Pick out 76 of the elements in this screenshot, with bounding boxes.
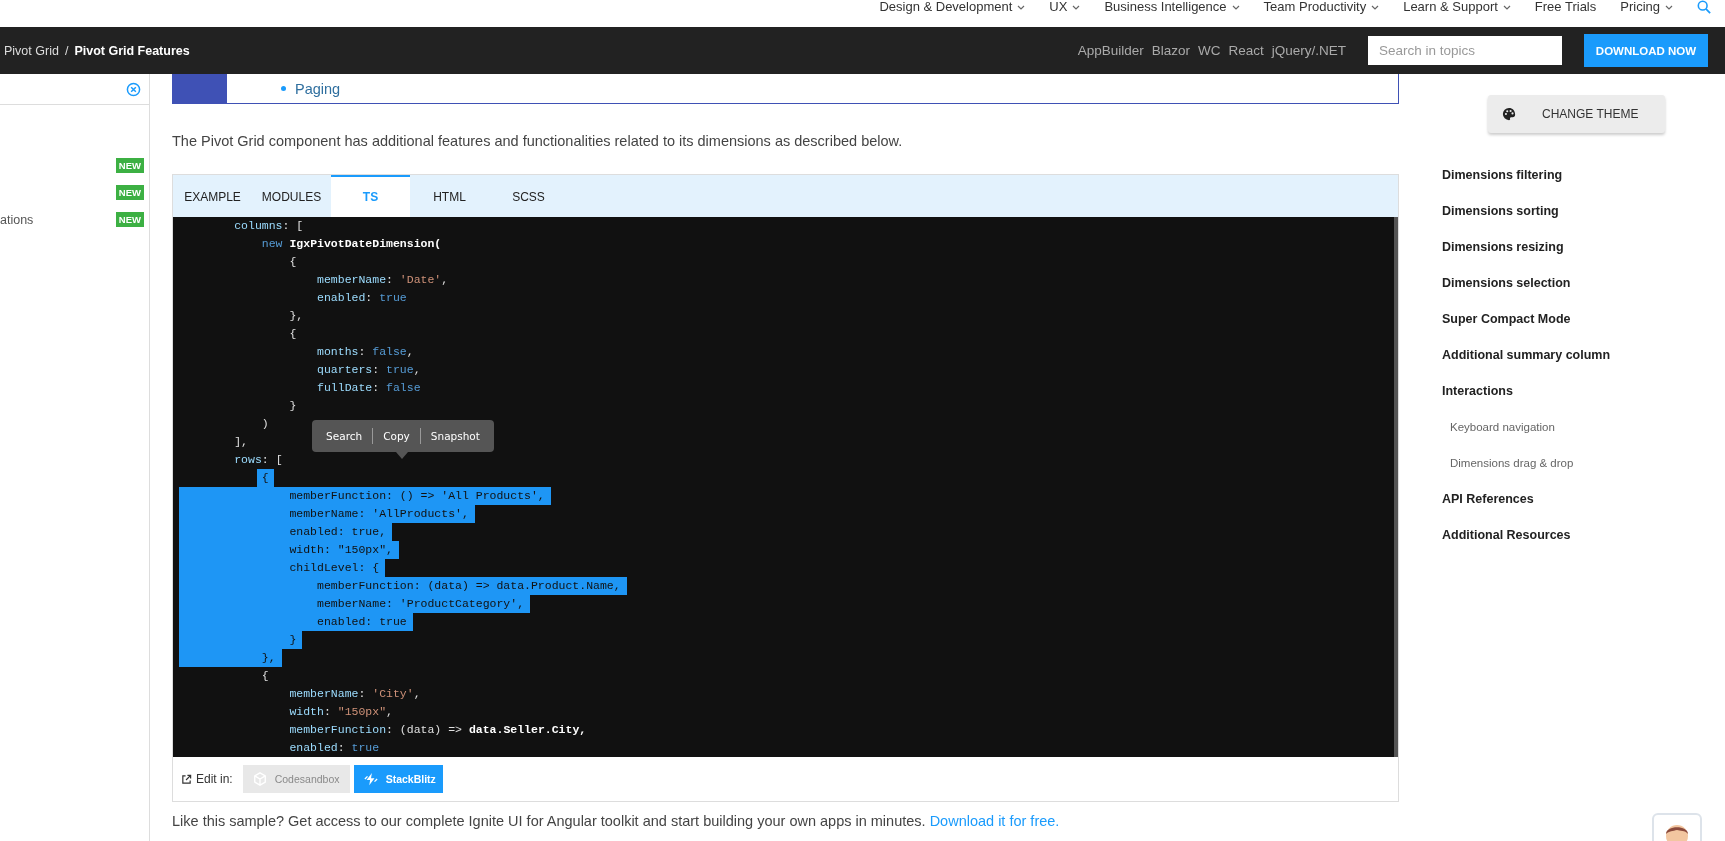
code-line: new IgxPivotDateDimension( (260, 236, 442, 252)
code-tab[interactable]: SCSS (489, 175, 568, 217)
code-line: } (288, 398, 297, 414)
chevron-down-icon (1665, 4, 1673, 10)
code-tab[interactable]: EXAMPLE (173, 175, 252, 217)
toc-link[interactable]: Additional Resources (1442, 517, 1725, 553)
code-line: { (260, 668, 269, 684)
nav-link[interactable]: Learn & Support (1403, 0, 1511, 14)
toc-link[interactable]: Super Compact Mode (1442, 301, 1725, 337)
new-badge: NEW (115, 212, 144, 227)
platform-link[interactable]: AppBuilder (1077, 43, 1144, 58)
toc-link[interactable]: Interactions (1442, 373, 1725, 409)
code-line: memberName: 'City', (288, 686, 421, 702)
nav-link[interactable]: Design & Development (879, 0, 1026, 14)
chat-avatar[interactable] (1652, 813, 1702, 841)
breadcrumb-link[interactable]: Pivot Grid Features (74, 43, 190, 58)
code-line: ], (233, 434, 248, 450)
edit-label: Edit in: (196, 772, 233, 786)
toc-link[interactable]: Keyboard navigation (1442, 409, 1725, 445)
list-item: Paging (295, 80, 341, 97)
external-link-icon (181, 773, 192, 785)
breadcrumb-link[interactable]: Pivot Grid (4, 43, 59, 58)
bullet-icon (281, 86, 286, 91)
code-line: quarters: true, (316, 362, 421, 378)
platform-link[interactable]: jQuery/.NET (1271, 43, 1346, 58)
sidebar-link[interactable]: ations (0, 212, 34, 227)
chevron-down-icon (1231, 4, 1240, 10)
cta-paragraph: Like this sample? Get access to our complete Ignite UI for Angular toolkit and start building your own apps in minutes. Download it for free. (172, 813, 1061, 829)
code-line: width: "150px", (288, 704, 393, 720)
toc-link[interactable]: Dimensions sorting (1442, 193, 1725, 229)
code-line: memberName: 'Date', (316, 272, 449, 288)
search-field[interactable]: Search in topics (1368, 36, 1562, 65)
breadcrumb-separator: / (64, 43, 69, 58)
chevron-down-icon (1371, 4, 1380, 10)
toc-link[interactable]: Additional summary column (1442, 337, 1725, 373)
platform-link[interactable]: Blazor (1151, 43, 1190, 58)
platform-link[interactable]: React (1228, 43, 1264, 58)
close-icon[interactable] (126, 81, 141, 97)
toolbar-button[interactable]: Snapshot (420, 430, 490, 442)
platform-link[interactable]: WC (1197, 43, 1221, 58)
search-icon[interactable] (1697, 0, 1711, 14)
nav-link[interactable]: Business Intelligence (1104, 0, 1240, 14)
code-line: }, (288, 308, 304, 324)
palette-icon (1502, 107, 1516, 121)
nav-link[interactable]: Team Productivity (1263, 0, 1380, 14)
lightning-icon (363, 772, 378, 786)
code-tab[interactable]: MODULES (252, 175, 331, 217)
chevron-down-icon (1072, 4, 1081, 10)
nav-link[interactable]: Free Trials (1534, 0, 1597, 14)
nav-link[interactable]: UX (1049, 0, 1081, 14)
code-line: { (288, 326, 297, 342)
code-line: rows: [ (233, 452, 283, 468)
toolbar-button[interactable]: Copy (373, 430, 420, 442)
code-tab[interactable]: HTML (410, 175, 489, 217)
intro-paragraph: The Pivot Grid component has additional features and functionalities related to its dimensions as described below. (172, 132, 904, 150)
code-line: { (288, 254, 297, 270)
code-line: ) (260, 416, 269, 432)
toc-link[interactable]: Dimensions selection (1442, 265, 1725, 301)
toolbar-button[interactable]: Search (316, 430, 373, 442)
chevron-down-icon (1502, 4, 1511, 10)
chevron-down-icon (1017, 4, 1026, 10)
code-line: columns: [ (233, 218, 304, 234)
toc-link[interactable]: Dimensions drag & drop (1442, 445, 1725, 481)
change-theme-button[interactable]: CHANGE THEME (1488, 95, 1665, 133)
code-line: enabled: true (316, 290, 407, 306)
nav-link[interactable]: Pricing (1620, 0, 1673, 14)
new-badge: NEW (115, 185, 144, 200)
code-line: months: false, (316, 344, 414, 360)
new-badge: NEW (115, 158, 144, 173)
toc-link[interactable]: Dimensions resizing (1442, 229, 1725, 265)
toc-link[interactable]: API References (1442, 481, 1725, 517)
scrollbar[interactable] (1394, 217, 1398, 757)
code-line: enabled: true (288, 740, 380, 756)
code-line: fullDate: false (316, 380, 421, 396)
code-line: memberFunction: (data) => data.Seller.City, (288, 722, 587, 738)
toc-link[interactable]: Dimensions filtering (1442, 157, 1725, 193)
